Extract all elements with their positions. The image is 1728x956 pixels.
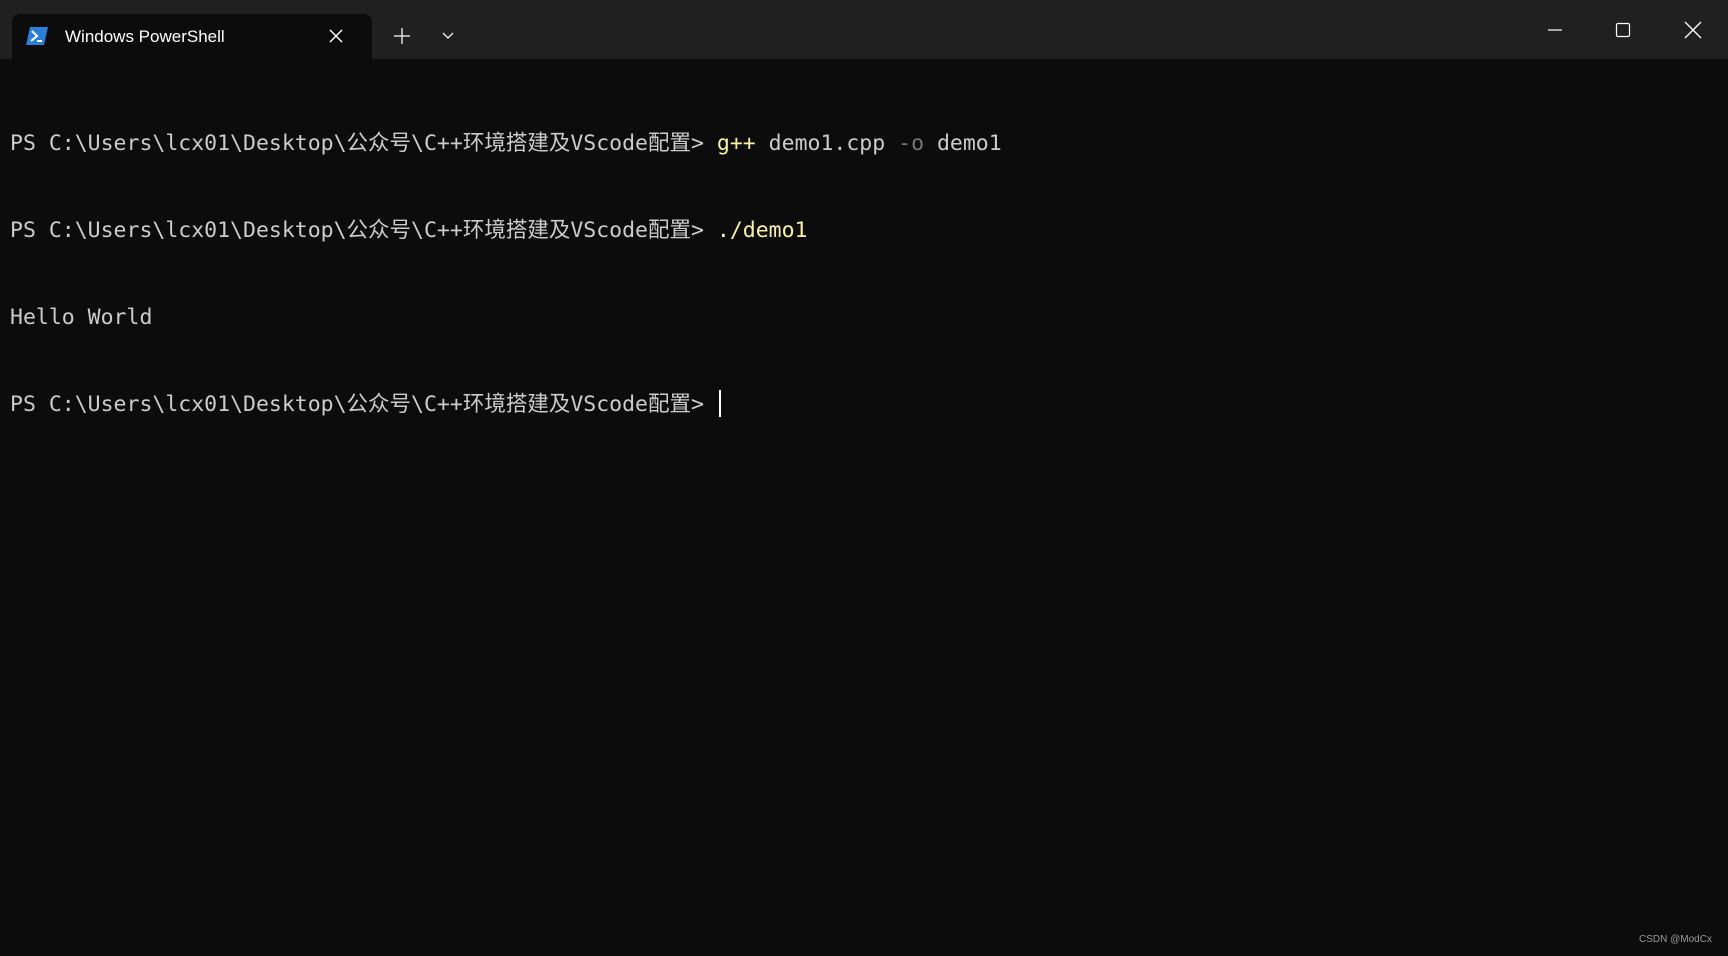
command-argument: demo1.cpp xyxy=(755,131,899,156)
command-argument: demo1 xyxy=(924,131,1002,156)
title-bar: Windows PowerShell xyxy=(0,0,1728,59)
plus-icon[interactable] xyxy=(388,22,416,50)
minimize-icon[interactable] xyxy=(1537,12,1573,48)
command-parameter: -o xyxy=(898,131,925,156)
tab-windows-powershell[interactable]: Windows PowerShell xyxy=(12,14,372,59)
prompt: PS C:\Users\lcx01\Desktop\公众号\C++环境搭建及VS… xyxy=(10,131,717,156)
prompt: PS C:\Users\lcx01\Desktop\公众号\C++环境搭建及VS… xyxy=(10,218,717,243)
program-output: Hello World xyxy=(10,305,153,330)
terminal-line: Hello World xyxy=(10,303,1710,332)
terminal-output[interactable]: PS C:\Users\lcx01\Desktop\公众号\C++环境搭建及VS… xyxy=(10,71,1710,931)
chevron-down-icon[interactable] xyxy=(436,24,460,48)
terminal-line: PS C:\Users\lcx01\Desktop\公众号\C++环境搭建及VS… xyxy=(10,216,1710,245)
command: g++ xyxy=(716,131,756,156)
prompt: PS C:\Users\lcx01\Desktop\公众号\C++环境搭建及VS… xyxy=(10,392,717,417)
terminal-line: PS C:\Users\lcx01\Desktop\公众号\C++环境搭建及VS… xyxy=(10,129,1710,158)
close-icon[interactable] xyxy=(325,25,347,47)
powershell-icon xyxy=(26,26,48,46)
close-window-icon[interactable] xyxy=(1675,12,1711,48)
terminal-line: PS C:\Users\lcx01\Desktop\公众号\C++环境搭建及VS… xyxy=(10,390,1710,419)
watermark: CSDN @ModCx xyxy=(1639,934,1712,945)
text-cursor xyxy=(718,390,721,417)
tab-title: Windows PowerShell xyxy=(65,27,225,46)
maximize-icon[interactable] xyxy=(1605,12,1641,48)
command: ./demo1 xyxy=(716,218,808,243)
